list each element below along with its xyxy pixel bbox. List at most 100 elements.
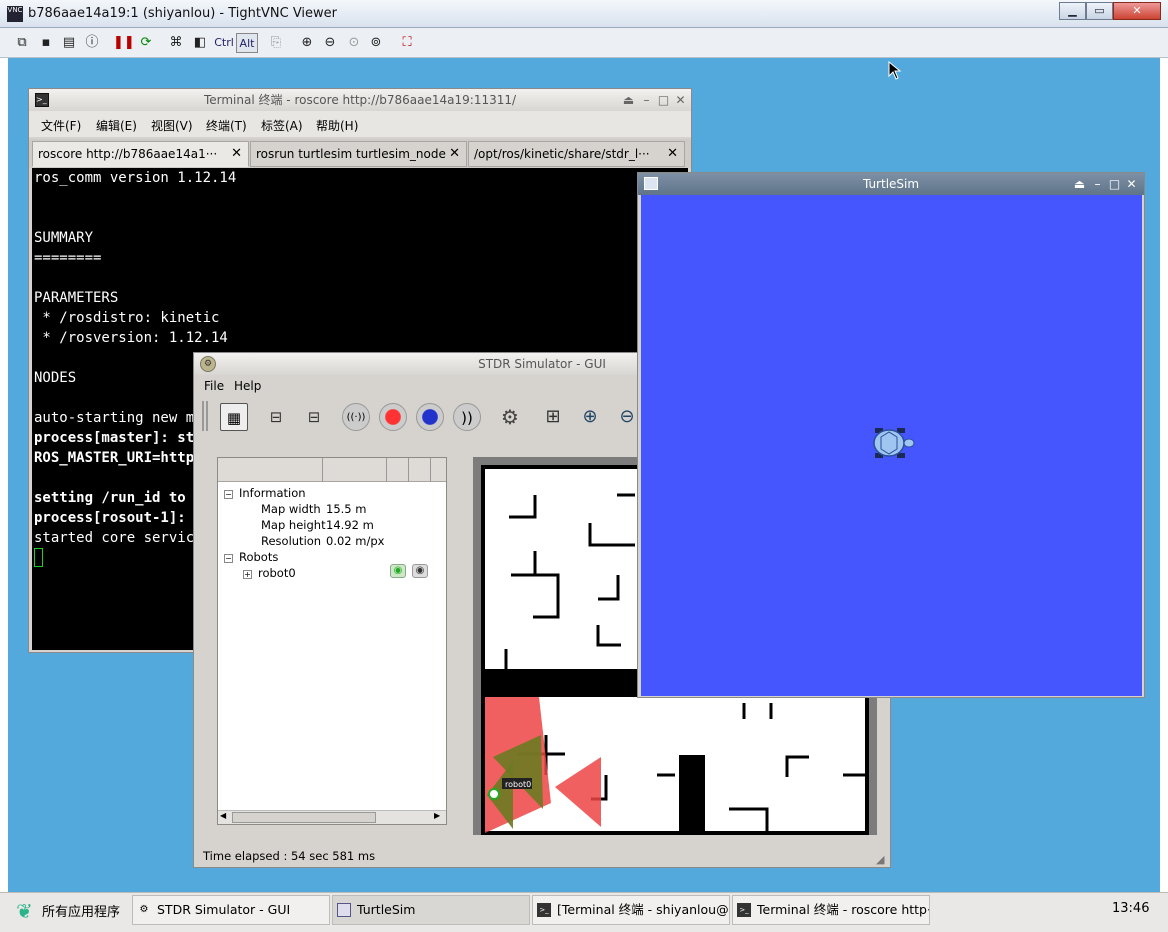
menu-view[interactable]: 视图(V) [151,117,193,134]
terminal-icon: >_ [737,903,751,917]
options-icon[interactable]: ▤ [59,33,79,53]
robot0-map-label: robot0 [505,780,531,789]
toolbar-handle[interactable] [202,401,208,431]
terminal-cursor [34,548,43,567]
alt-key-button[interactable]: Alt [236,33,258,53]
terminal-menubar: 文件(F) 编辑(E) 视图(V) 终端(T) 标签(A) 帮助(H) [29,111,691,137]
zoom-in-icon[interactable]: ⊕ [297,33,317,53]
task-turtlesim[interactable]: TurtleSim [332,895,530,925]
fullscreen-icon[interactable]: ⛶ [397,33,417,53]
zoom-out-icon[interactable]: ⊖ [320,33,340,53]
new-connection-icon[interactable]: ⧉ [12,33,32,53]
horizontal-scrollbar[interactable]: ◀ ▶ [218,810,446,824]
terminal-line: process[rosout-1]: s [34,510,203,526]
scrollbar-thumb[interactable] [232,812,376,823]
zoom-100-icon[interactable]: ⊙ [344,33,364,53]
info-icon[interactable]: ⓘ [82,33,102,53]
terminal-line: ros_comm version 1.12.14 [34,170,237,186]
close-tab-icon[interactable]: ✕ [449,142,460,166]
close-tab-icon[interactable]: ✕ [231,142,242,166]
tree-node-robot0[interactable]: + robot0 [243,566,296,580]
tab-turtlesim[interactable]: rosrun turtlesim turtlesim_node ✕ [250,141,467,167]
robot-follow-eye-icon[interactable]: ◉ [412,564,428,578]
menu-help[interactable]: 帮助(H) [316,117,358,134]
map-width-label: Map width [261,502,321,516]
pause-icon[interactable]: ❚❚ [113,33,135,53]
terminal-line: SUMMARY [34,230,94,246]
task-stdr[interactable]: ⚙ STDR Simulator - GUI [132,895,330,925]
collapse-icon[interactable]: − [224,554,233,563]
clock: 13:46 [1112,901,1150,916]
close-icon[interactable]: ✕ [1124,176,1139,192]
menu-terminal[interactable]: 终端(T) [206,117,247,134]
refresh-icon[interactable]: ⟳ [136,33,156,53]
mouse-cursor-icon [888,61,902,80]
vnc-toolbar: ⧉ ▪ ▤ ⓘ ❚❚ ⟳ ⌘ ◧ Ctrl Alt ⎘ ⊕ ⊖ ⊙ ⊚ ⛶ [0,28,1168,58]
zoom-auto-icon[interactable]: ⊚ [366,33,386,53]
turtle-canvas [641,195,1142,696]
maximize-button[interactable]: ▭ [1086,2,1113,20]
task-label: [Terminal 终端 - shiyanlou@··· [557,902,730,917]
maximize-icon[interactable]: □ [656,92,671,108]
rfid-icon[interactable]: ((·)) [342,403,370,431]
tree-node-information[interactable]: − Information [224,486,306,500]
terminal-line: ROS_MASTER_URI=http: [34,450,203,466]
terminal-tab-bar: roscore http://b786aae14a1··· ✕ rosrun tu… [29,139,691,168]
menu-file[interactable]: File [204,379,224,393]
start-menu-logo-icon[interactable]: ❦ [16,900,36,922]
terminal-line: PARAMETERS [34,290,119,306]
terminal-line: ======== [34,250,102,266]
add-co2-source-icon[interactable] [379,403,407,431]
save-icon[interactable]: ▪ [36,33,56,53]
robot-visibility-eye-icon[interactable]: ◉ [390,564,406,578]
menu-tabs[interactable]: 标签(A) [261,117,303,134]
terminal-line: * /rosversion: 1.12.14 [34,330,228,346]
minimize-icon[interactable]: – [1090,176,1105,192]
turtlesim-title-bar: TurtleSim ⏏ – □ ✕ [638,173,1144,195]
ctrl-esc-icon[interactable]: ◧ [190,33,210,53]
resize-grip-icon[interactable]: ◢ [876,853,884,866]
add-robot-icon[interactable]: ⊟ [262,403,290,431]
load-map-icon[interactable]: ▦ [220,403,248,431]
task-terminal-shiyanlou[interactable]: >_ [Terminal 终端 - shiyanlou@··· [532,895,730,925]
shade-icon[interactable]: ⏏ [1072,176,1087,192]
menu-help[interactable]: Help [234,379,261,393]
close-tab-icon[interactable]: ✕ [667,142,678,166]
add-thermal-source-icon[interactable] [416,403,444,431]
expand-icon[interactable]: + [243,570,252,579]
grid-icon[interactable]: ⊞ [539,403,567,431]
resolution-label: Resolution [261,534,322,548]
tree-node-robots[interactable]: − Robots [224,550,278,564]
tree-header [218,458,446,482]
minimize-button[interactable]: ▁ [1059,2,1086,20]
scroll-right-icon[interactable]: ▶ [434,811,440,820]
tab-label: rosrun turtlesim turtlesim_node [256,147,446,161]
vnc-title-bar: VNC b786aae14a19:1 (shiyanlou) - TightVN… [0,0,1168,28]
load-robot-icon[interactable]: ⊟ [300,403,328,431]
tab-roscore[interactable]: roscore http://b786aae14a1··· ✕ [32,141,249,167]
minimize-icon[interactable]: – [639,92,654,108]
scroll-left-icon[interactable]: ◀ [220,811,226,820]
shade-icon[interactable]: ⏏ [621,92,636,108]
close-button[interactable]: ✕ [1113,2,1161,20]
ctrl-alt-del-icon[interactable]: ⌘ [166,33,186,53]
tab-stdr[interactable]: /opt/ros/kinetic/share/stdr_l··· ✕ [468,141,685,167]
stdr-app-icon: ⚙ [139,904,149,915]
menu-file[interactable]: 文件(F) [41,117,81,134]
map-height-value: 14.92 m [326,518,374,532]
clipboard-icon[interactable]: ⎘ [266,33,286,53]
maximize-icon[interactable]: □ [1107,176,1122,192]
zoom-in-icon[interactable]: ⊕ [576,403,604,431]
ctrl-key-button[interactable]: Ctrl [212,33,236,53]
task-terminal-roscore[interactable]: >_ Terminal 终端 - roscore http··· [732,895,930,925]
terminal-title: Terminal 终端 - roscore http://b786aae14a1… [203,93,517,107]
settings-gear-icon[interactable]: ⚙ [496,403,524,431]
menu-edit[interactable]: 编辑(E) [96,117,137,134]
add-sound-source-icon[interactable]: )) [453,403,481,431]
terminal-title-bar: >_ Terminal 终端 - roscore http://b786aae1… [29,89,691,111]
task-label: TurtleSim [357,902,416,917]
robot0-label: robot0 [258,566,296,580]
collapse-icon[interactable]: − [224,490,233,499]
close-icon[interactable]: ✕ [673,92,688,108]
start-menu-button[interactable]: 所有应用程序 [42,901,120,920]
